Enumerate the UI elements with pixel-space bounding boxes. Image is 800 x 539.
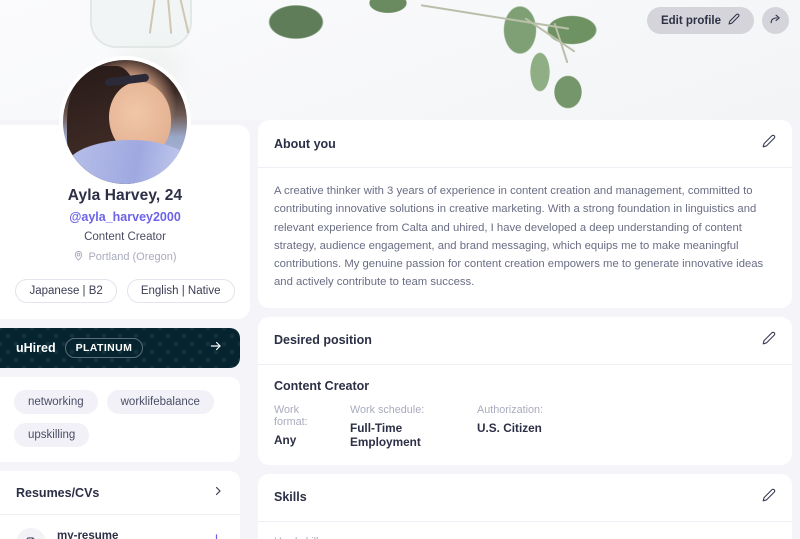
language-chip: English | Native (126, 279, 235, 303)
left-column: Ayla Harvey, 24 @ayla_harvey2000 Content… (0, 56, 250, 539)
tag-chip[interactable]: upskilling (14, 423, 90, 447)
chevron-right-icon[interactable] (212, 485, 224, 500)
language-chip: Japanese | B2 (15, 279, 117, 303)
work-schedule-label: Work schedule: (350, 403, 425, 416)
avatar-detail (65, 140, 187, 184)
desired-position-body: Content Creator Work format: Any Work sc… (258, 365, 792, 465)
pencil-icon[interactable] (762, 134, 776, 153)
avatar[interactable] (59, 56, 191, 188)
desired-position-header: Desired position (258, 317, 792, 365)
right-column: About you A creative thinker with 3 year… (258, 120, 792, 539)
stem-decoration (420, 4, 570, 30)
share-button[interactable] (762, 7, 789, 34)
profile-role: Content Creator (84, 231, 166, 243)
skills-header: Skills (258, 474, 792, 522)
edit-profile-label: Edit profile (660, 14, 721, 27)
download-icon[interactable] (209, 533, 224, 539)
share-icon (769, 13, 782, 29)
desired-position-panel: Desired position Content Creator Work fo… (258, 316, 792, 465)
pdf-file-icon: PDF (16, 528, 46, 539)
about-panel: About you A creative thinker with 3 year… (258, 120, 792, 308)
desired-position-fields: Work format: Any Work schedule: Full-Tim… (274, 404, 776, 449)
resumes-title: Resumes/CVs (16, 485, 100, 500)
uhired-plan-banner[interactable]: uHired PLATINUM (0, 328, 240, 368)
profile-name: Ayla Harvey, 24 (67, 187, 183, 204)
desired-position-role: Content Creator (274, 378, 370, 393)
edit-profile-button[interactable]: Edit profile (646, 7, 754, 34)
profile-page: Edit profile Ayla Harvey, 24 @ayla_harve… (0, 0, 800, 539)
about-text: A creative thinker with 3 years of exper… (274, 185, 764, 289)
skills-body: Hard skills Creative Content CreationCre… (258, 522, 792, 539)
language-chips: Japanese | B2 English | Native (14, 279, 236, 303)
skills-panel: Skills Hard skills Creative Content Crea… (258, 473, 792, 539)
stem-decoration (524, 17, 576, 53)
location-label: Portland (Oregon) (88, 251, 177, 263)
uhired-brand-label: uHired (16, 341, 56, 355)
pencil-icon[interactable] (762, 488, 776, 507)
desired-position-title: Desired position (274, 333, 372, 348)
resumes-header[interactable]: Resumes/CVs (0, 471, 240, 515)
profile-location: Portland (Oregon) (14, 250, 236, 264)
work-format-field: Work format: Any (274, 404, 350, 449)
skills-title: Skills (274, 490, 307, 505)
top-actions: Edit profile (646, 7, 789, 34)
about-body: A creative thinker with 3 years of exper… (258, 168, 792, 308)
profile-card: Ayla Harvey, 24 @ayla_harvey2000 Content… (0, 56, 250, 319)
resume-meta: my-resume No comment (57, 530, 118, 539)
tag-chip[interactable]: networking (14, 390, 98, 414)
arrow-right-icon[interactable] (208, 339, 224, 357)
work-format-value: Any (274, 432, 297, 447)
about-title: About you (274, 136, 336, 151)
authorization-value: U.S. Citizen (477, 420, 542, 435)
pencil-icon (728, 13, 740, 28)
resumes-card: Resumes/CVs PDF my-resume (0, 471, 240, 539)
work-schedule-field: Work schedule: Full-Time Employment (350, 404, 477, 449)
uhired-plan-badge: PLATINUM (64, 338, 144, 358)
pencil-icon[interactable] (762, 331, 776, 350)
location-pin-icon (73, 250, 84, 264)
resume-file-name: my-resume (57, 530, 119, 539)
resume-item[interactable]: PDF my-resume No comment (0, 515, 240, 539)
vase-decoration (90, 0, 192, 48)
work-schedule-value: Full-Time Employment (350, 420, 421, 449)
interest-tags: networking worklifebalance upskilling (0, 377, 240, 462)
authorization-field: Authorization: U.S. Citizen (477, 404, 561, 449)
about-header: About you (258, 120, 792, 168)
tag-chip[interactable]: worklifebalance (106, 390, 214, 414)
authorization-label: Authorization: (477, 403, 544, 416)
work-format-label: Work format: (274, 403, 308, 428)
profile-username[interactable]: @ayla_harvey2000 (14, 210, 236, 224)
